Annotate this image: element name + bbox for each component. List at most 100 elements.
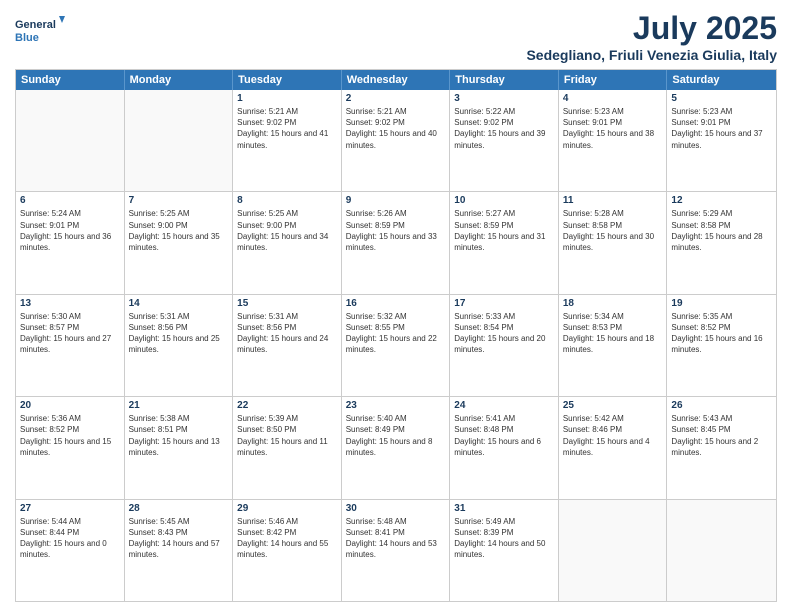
day-cell: 9 Sunrise: 5:26 AM Sunset: 8:59 PM Daylig…	[342, 192, 451, 293]
day-number: 6	[20, 195, 120, 206]
day-number: 2	[346, 93, 446, 104]
day-number: 4	[563, 93, 663, 104]
day-cell: 28 Sunrise: 5:45 AM Sunset: 8:43 PM Dayli…	[125, 500, 234, 601]
day-number: 8	[237, 195, 337, 206]
day-info: Sunrise: 5:28 AM Sunset: 8:58 PM Dayligh…	[563, 208, 663, 253]
day-cell: 15 Sunrise: 5:31 AM Sunset: 8:56 PM Dayli…	[233, 295, 342, 396]
title-block: July 2025 Sedegliano, Friuli Venezia Giu…	[526, 10, 777, 63]
day-info: Sunrise: 5:49 AM Sunset: 8:39 PM Dayligh…	[454, 516, 554, 561]
day-info: Sunrise: 5:25 AM Sunset: 9:00 PM Dayligh…	[237, 208, 337, 253]
day-cell	[667, 500, 776, 601]
day-cell	[125, 90, 234, 191]
day-info: Sunrise: 5:21 AM Sunset: 9:02 PM Dayligh…	[346, 106, 446, 151]
day-cell: 2 Sunrise: 5:21 AM Sunset: 9:02 PM Daylig…	[342, 90, 451, 191]
day-cell: 1 Sunrise: 5:21 AM Sunset: 9:02 PM Daylig…	[233, 90, 342, 191]
day-info: Sunrise: 5:38 AM Sunset: 8:51 PM Dayligh…	[129, 413, 229, 458]
day-info: Sunrise: 5:30 AM Sunset: 8:57 PM Dayligh…	[20, 311, 120, 356]
day-number: 23	[346, 400, 446, 411]
day-info: Sunrise: 5:36 AM Sunset: 8:52 PM Dayligh…	[20, 413, 120, 458]
svg-text:Blue: Blue	[15, 32, 39, 44]
day-cell: 22Sunrise: 5:39 AM Sunset: 8:50 PM Dayli…	[233, 397, 342, 498]
day-number: 14	[129, 298, 229, 309]
day-header: Sunday	[16, 70, 125, 90]
calendar: SundayMondayTuesdayWednesdayThursdayFrid…	[15, 69, 777, 602]
day-info: Sunrise: 5:42 AM Sunset: 8:46 PM Dayligh…	[563, 413, 663, 458]
day-number: 29	[237, 503, 337, 514]
day-number: 19	[671, 298, 772, 309]
subtitle: Sedegliano, Friuli Venezia Giulia, Italy	[526, 47, 777, 63]
day-number: 3	[454, 93, 554, 104]
day-info: Sunrise: 5:34 AM Sunset: 8:53 PM Dayligh…	[563, 311, 663, 356]
day-cell: 20Sunrise: 5:36 AM Sunset: 8:52 PM Dayli…	[16, 397, 125, 498]
day-number: 30	[346, 503, 446, 514]
day-number: 27	[20, 503, 120, 514]
day-number: 15	[237, 298, 337, 309]
day-number: 7	[129, 195, 229, 206]
day-cell: 17 Sunrise: 5:33 AM Sunset: 8:54 PM Dayli…	[450, 295, 559, 396]
day-number: 24	[454, 400, 554, 411]
day-info: Sunrise: 5:33 AM Sunset: 8:54 PM Dayligh…	[454, 311, 554, 356]
day-info: Sunrise: 5:31 AM Sunset: 8:56 PM Dayligh…	[237, 311, 337, 356]
day-cell: 13 Sunrise: 5:30 AM Sunset: 8:57 PM Dayli…	[16, 295, 125, 396]
week-row: 27 Sunrise: 5:44 AM Sunset: 8:44 PM Dayli…	[16, 499, 776, 601]
day-cell: 11 Sunrise: 5:28 AM Sunset: 8:58 PM Dayli…	[559, 192, 668, 293]
day-number: 9	[346, 195, 446, 206]
week-row: 6 Sunrise: 5:24 AM Sunset: 9:01 PM Daylig…	[16, 191, 776, 293]
week-row: 20Sunrise: 5:36 AM Sunset: 8:52 PM Dayli…	[16, 396, 776, 498]
day-number: 25	[563, 400, 663, 411]
day-cell	[16, 90, 125, 191]
day-cell: 21 Sunrise: 5:38 AM Sunset: 8:51 PM Dayli…	[125, 397, 234, 498]
day-cell: 5 Sunrise: 5:23 AM Sunset: 9:01 PM Daylig…	[667, 90, 776, 191]
day-info: Sunrise: 5:46 AM Sunset: 8:42 PM Dayligh…	[237, 516, 337, 561]
day-info: Sunrise: 5:24 AM Sunset: 9:01 PM Dayligh…	[20, 208, 120, 253]
day-number: 21	[129, 400, 229, 411]
day-cell: 14 Sunrise: 5:31 AM Sunset: 8:56 PM Dayli…	[125, 295, 234, 396]
day-number: 13	[20, 298, 120, 309]
day-info: Sunrise: 5:23 AM Sunset: 9:01 PM Dayligh…	[563, 106, 663, 151]
week-row: 1 Sunrise: 5:21 AM Sunset: 9:02 PM Daylig…	[16, 90, 776, 191]
day-cell: 27 Sunrise: 5:44 AM Sunset: 8:44 PM Dayli…	[16, 500, 125, 601]
day-cell: 4 Sunrise: 5:23 AM Sunset: 9:01 PM Daylig…	[559, 90, 668, 191]
day-number: 31	[454, 503, 554, 514]
day-number: 11	[563, 195, 663, 206]
day-info: Sunrise: 5:31 AM Sunset: 8:56 PM Dayligh…	[129, 311, 229, 356]
day-cell: 3 Sunrise: 5:22 AM Sunset: 9:02 PM Daylig…	[450, 90, 559, 191]
day-number: 5	[671, 93, 772, 104]
day-info: Sunrise: 5:32 AM Sunset: 8:55 PM Dayligh…	[346, 311, 446, 356]
day-number: 1	[237, 93, 337, 104]
day-cell: 23Sunrise: 5:40 AM Sunset: 8:49 PM Dayli…	[342, 397, 451, 498]
day-cell: 29 Sunrise: 5:46 AM Sunset: 8:42 PM Dayli…	[233, 500, 342, 601]
day-info: Sunrise: 5:41 AM Sunset: 8:48 PM Dayligh…	[454, 413, 554, 458]
day-info: Sunrise: 5:23 AM Sunset: 9:01 PM Dayligh…	[671, 106, 772, 151]
day-number: 10	[454, 195, 554, 206]
day-header: Saturday	[667, 70, 776, 90]
logo-svg: General Blue	[15, 14, 65, 50]
day-cell: 18 Sunrise: 5:34 AM Sunset: 8:53 PM Dayli…	[559, 295, 668, 396]
day-info: Sunrise: 5:48 AM Sunset: 8:41 PM Dayligh…	[346, 516, 446, 561]
day-info: Sunrise: 5:26 AM Sunset: 8:59 PM Dayligh…	[346, 208, 446, 253]
day-number: 16	[346, 298, 446, 309]
day-info: Sunrise: 5:22 AM Sunset: 9:02 PM Dayligh…	[454, 106, 554, 151]
day-info: Sunrise: 5:39 AM Sunset: 8:50 PM Dayligh…	[237, 413, 337, 458]
day-info: Sunrise: 5:44 AM Sunset: 8:44 PM Dayligh…	[20, 516, 120, 561]
day-info: Sunrise: 5:29 AM Sunset: 8:58 PM Dayligh…	[671, 208, 772, 253]
day-number: 28	[129, 503, 229, 514]
day-info: Sunrise: 5:25 AM Sunset: 9:00 PM Dayligh…	[129, 208, 229, 253]
day-number: 18	[563, 298, 663, 309]
week-row: 13 Sunrise: 5:30 AM Sunset: 8:57 PM Dayli…	[16, 294, 776, 396]
day-info: Sunrise: 5:35 AM Sunset: 8:52 PM Dayligh…	[671, 311, 772, 356]
day-cell: 30 Sunrise: 5:48 AM Sunset: 8:41 PM Dayli…	[342, 500, 451, 601]
day-cell: 6 Sunrise: 5:24 AM Sunset: 9:01 PM Daylig…	[16, 192, 125, 293]
day-cell: 10Sunrise: 5:27 AM Sunset: 8:59 PM Dayli…	[450, 192, 559, 293]
day-number: 26	[671, 400, 772, 411]
day-info: Sunrise: 5:43 AM Sunset: 8:45 PM Dayligh…	[671, 413, 772, 458]
day-header: Tuesday	[233, 70, 342, 90]
day-cell: 24 Sunrise: 5:41 AM Sunset: 8:48 PM Dayli…	[450, 397, 559, 498]
day-info: Sunrise: 5:45 AM Sunset: 8:43 PM Dayligh…	[129, 516, 229, 561]
day-cell: 12Sunrise: 5:29 AM Sunset: 8:58 PM Dayli…	[667, 192, 776, 293]
day-header: Wednesday	[342, 70, 451, 90]
day-number: 17	[454, 298, 554, 309]
day-cell: 16 Sunrise: 5:32 AM Sunset: 8:55 PM Dayli…	[342, 295, 451, 396]
day-cell: 19 Sunrise: 5:35 AM Sunset: 8:52 PM Dayli…	[667, 295, 776, 396]
day-info: Sunrise: 5:21 AM Sunset: 9:02 PM Dayligh…	[237, 106, 337, 151]
